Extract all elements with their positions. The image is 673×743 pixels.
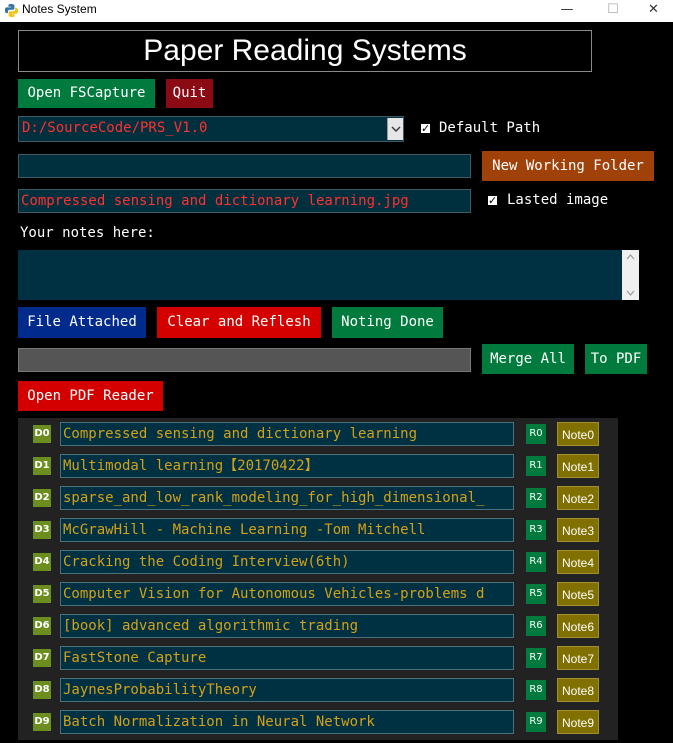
doc-note-button[interactable]: Note0 [557,422,599,446]
doc-title-input[interactable]: McGrawHill - Machine Learning -Tom Mitch… [60,518,514,542]
doc-index-label: D8 [33,681,51,699]
maximize-button[interactable]: ☐ [590,0,636,22]
scroll-down-icon[interactable] [626,290,635,296]
page-title: Paper Reading Systems [18,30,592,72]
new-working-folder-button[interactable]: New Working Folder [482,151,654,181]
doc-note-button[interactable]: Note3 [557,518,599,542]
doc-note-button[interactable]: Note5 [557,582,599,606]
doc-note-button[interactable]: Note9 [557,710,599,734]
notes-label: Your notes here: [20,225,155,241]
doc-read-button[interactable]: R5 [526,584,546,604]
doc-title-input[interactable]: Compressed sensing and dictionary learni… [60,422,514,446]
doc-read-button[interactable]: R7 [526,648,546,668]
doc-title-input[interactable]: Computer Vision for Autonomous Vehicles-… [60,582,514,606]
path-select-value: D:/SourceCode/PRS_V1.0 [22,120,208,136]
working-folder-input[interactable] [18,154,471,178]
open-pdf-reader-button[interactable]: Open PDF Reader [18,381,163,411]
doc-index-label: D0 [33,425,51,443]
doc-note-button[interactable]: Note8 [557,678,599,702]
to-pdf-button[interactable]: To PDF [585,344,647,374]
close-button[interactable]: ✕ [634,0,673,22]
doc-read-button[interactable]: R9 [526,712,546,732]
path-select[interactable]: D:/SourceCode/PRS_V1.0 [18,116,404,142]
python-app-icon [4,3,19,18]
doc-index-label: D6 [33,617,51,635]
doc-title-input[interactable]: Cracking the Coding Interview(6th) [60,550,514,574]
merge-progress-field[interactable] [18,348,471,372]
scroll-up-icon[interactable] [626,254,635,260]
notes-textarea[interactable] [18,250,639,300]
notes-scrollbar[interactable] [622,250,639,300]
chevron-down-icon [391,126,401,132]
doc-title-input[interactable]: Batch Normalization in Neural Network [60,710,514,734]
doc-index-label: D5 [33,585,51,603]
doc-title-input[interactable]: [book] advanced algorithmic trading [60,614,514,638]
window-title: Notes System [22,2,97,16]
doc-title-input[interactable]: Multimodal learning【20170422】 [60,454,514,478]
merge-all-button[interactable]: Merge All [482,344,574,374]
doc-read-button[interactable]: R2 [526,488,546,508]
doc-index-label: D7 [33,649,51,667]
doc-index-label: D1 [33,457,51,475]
open-fscapture-button[interactable]: Open FSCapture [18,79,155,108]
doc-read-button[interactable]: R8 [526,680,546,700]
doc-title-input[interactable]: FastStone Capture [60,646,514,670]
doc-index-label: D2 [33,489,51,507]
dropdown-button[interactable] [387,118,403,140]
default-path-label: Default Path [439,120,541,136]
doc-read-button[interactable]: R6 [526,616,546,636]
lasted-image-label: Lasted image [507,192,609,208]
doc-note-button[interactable]: Note7 [557,646,599,670]
clear-and-reflesh-button[interactable]: Clear and Reflesh [157,307,321,338]
doc-title-input[interactable]: sparse_and_low_rank_modeling_for_high_di… [60,486,514,510]
doc-read-button[interactable]: R4 [526,552,546,572]
doc-index-label: D3 [33,521,51,539]
minimize-button[interactable]: — [544,0,590,22]
window-titlebar: Notes System — ☐ ✕ [0,0,673,22]
file-attached-button[interactable]: File Attached [18,307,146,338]
doc-index-label: D4 [33,553,51,571]
doc-note-button[interactable]: Note2 [557,486,599,510]
doc-index-label: D9 [33,713,51,731]
noting-done-button[interactable]: Noting Done [332,307,443,338]
doc-note-button[interactable]: Note6 [557,614,599,638]
doc-note-button[interactable]: Note1 [557,454,599,478]
doc-read-button[interactable]: R1 [526,456,546,476]
lasted-image-checkbox[interactable]: ✓ [487,195,498,206]
doc-read-button[interactable]: R0 [526,424,546,444]
doc-title-input[interactable]: JaynesProbabilityTheory [60,678,514,702]
default-path-checkbox[interactable]: ✓ [420,123,431,134]
doc-note-button[interactable]: Note4 [557,550,599,574]
doc-read-button[interactable]: R3 [526,520,546,540]
image-filename-input[interactable]: Compressed sensing and dictionary learni… [18,189,471,213]
quit-button[interactable]: Quit [166,79,213,108]
